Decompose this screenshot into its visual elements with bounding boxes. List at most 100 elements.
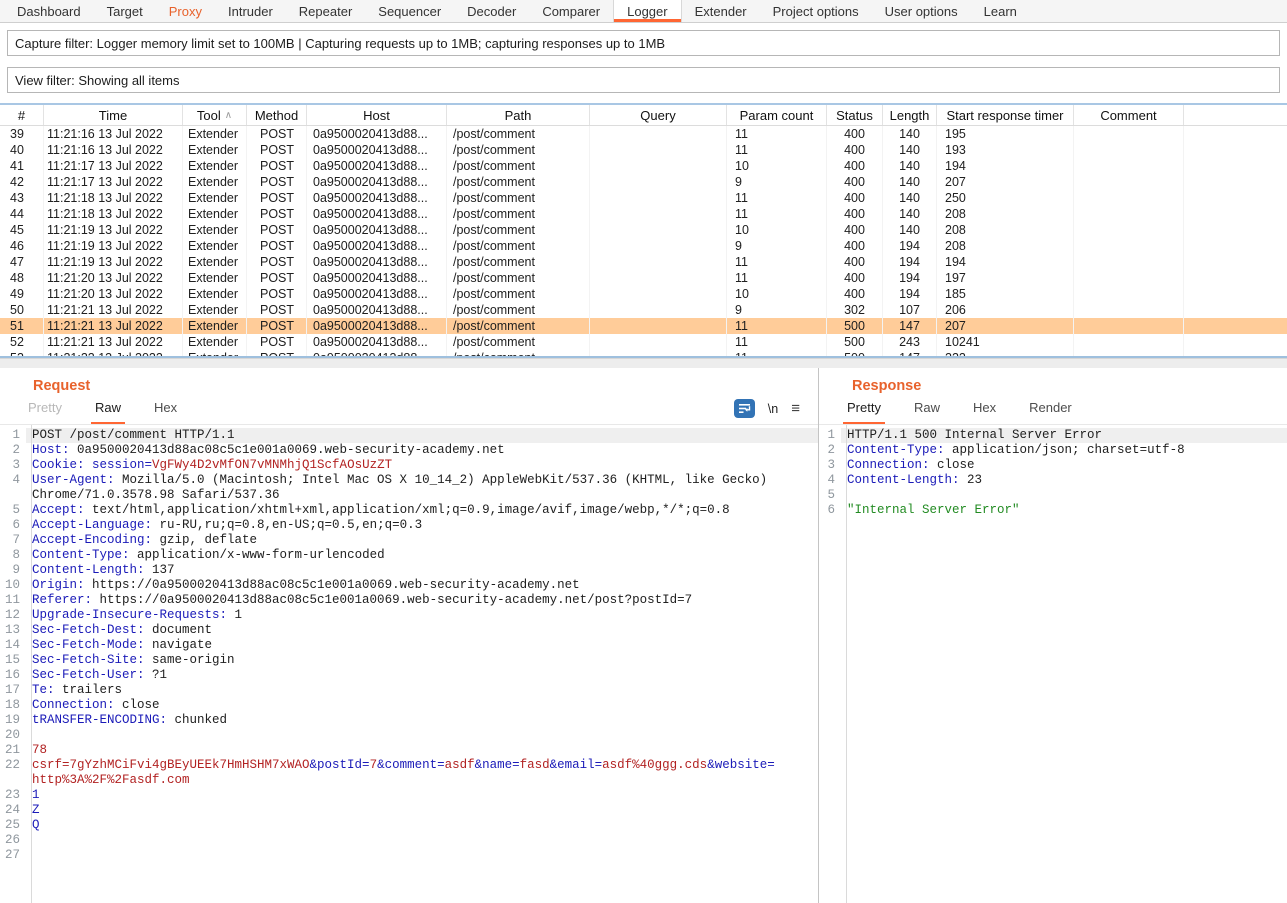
menu-tab-extender[interactable]: Extender <box>682 0 760 22</box>
table-row[interactable]: 5311:21:22 13 Jul 2022ExtenderPOST0a9500… <box>0 350 1287 356</box>
cell-param_count: 11 <box>727 254 827 270</box>
line-content: Origin: https://0a9500020413d88ac08c5c1e… <box>26 578 818 593</box>
response-tab-render[interactable]: Render <box>1027 400 1074 424</box>
menu-tab-target[interactable]: Target <box>94 0 156 22</box>
table-row[interactable]: 4311:21:18 13 Jul 2022ExtenderPOST0a9500… <box>0 190 1287 206</box>
line-content: Sec-Fetch-Dest: document <box>26 623 818 638</box>
column-header-label: Host <box>363 108 390 123</box>
cell-method: POST <box>247 318 307 334</box>
line-content: Sec-Fetch-Mode: navigate <box>26 638 818 653</box>
column-header-status[interactable]: Status <box>827 105 883 125</box>
line-content: Sec-Fetch-Site: same-origin <box>26 653 818 668</box>
column-header-label: Method <box>255 108 298 123</box>
cell-id: 44 <box>0 206 44 222</box>
menu-tab-repeater[interactable]: Repeater <box>286 0 365 22</box>
table-row[interactable]: 4711:21:19 13 Jul 2022ExtenderPOST0a9500… <box>0 254 1287 270</box>
column-header-query[interactable]: Query <box>590 105 727 125</box>
line-content: Accept: text/html,application/xhtml+xml,… <box>26 503 818 518</box>
newline-toggle-icon[interactable]: \n <box>768 402 778 416</box>
editor-line: 19tRANSFER-ENCODING: chunked <box>0 713 818 728</box>
menu-tab-comparer[interactable]: Comparer <box>529 0 613 22</box>
cell-query <box>590 126 727 142</box>
cell-comment <box>1074 174 1184 190</box>
column-header-length[interactable]: Length <box>883 105 937 125</box>
column-header-label: Param count <box>740 108 814 123</box>
editor-line: 6Accept-Language: ru-RU,ru;q=0.8,en-US;q… <box>0 518 818 533</box>
cell-param_count: 11 <box>727 206 827 222</box>
horizontal-splitter[interactable] <box>0 358 1287 368</box>
line-content: Sec-Fetch-User: ?1 <box>26 668 818 683</box>
column-header-timer[interactable]: Start response timer <box>937 105 1074 125</box>
cell-path: /post/comment <box>447 318 590 334</box>
column-header-method[interactable]: Method <box>247 105 307 125</box>
line-number: 23 <box>0 788 26 803</box>
request-raw-editor[interactable]: 1POST /post/comment HTTP/1.12Host: 0a950… <box>0 425 818 903</box>
menu-tab-proxy[interactable]: Proxy <box>156 0 215 22</box>
request-tab-pretty[interactable]: Pretty <box>26 400 64 424</box>
menu-tab-dashboard[interactable]: Dashboard <box>4 0 94 22</box>
cell-host: 0a9500020413d88... <box>307 206 447 222</box>
response-pretty-editor[interactable]: 1HTTP/1.1 500 Internal Server Error2Cont… <box>819 425 1287 903</box>
response-tab-pretty[interactable]: Pretty <box>845 400 883 424</box>
column-header-path[interactable]: Path <box>447 105 590 125</box>
table-row[interactable]: 4211:21:17 13 Jul 2022ExtenderPOST0a9500… <box>0 174 1287 190</box>
column-header-comment[interactable]: Comment <box>1074 105 1184 125</box>
column-header-param_count[interactable]: Param count <box>727 105 827 125</box>
request-tab-hex[interactable]: Hex <box>152 400 179 424</box>
response-tab-raw[interactable]: Raw <box>912 400 942 424</box>
cell-tool: Extender <box>183 126 247 142</box>
table-row[interactable]: 4111:21:17 13 Jul 2022ExtenderPOST0a9500… <box>0 158 1287 174</box>
cell-length: 147 <box>883 318 937 334</box>
table-row[interactable]: 3911:21:16 13 Jul 2022ExtenderPOST0a9500… <box>0 126 1287 142</box>
table-row[interactable]: 4011:21:16 13 Jul 2022ExtenderPOST0a9500… <box>0 142 1287 158</box>
cell-method: POST <box>247 206 307 222</box>
editor-line: 20 <box>0 728 818 743</box>
line-content <box>26 728 818 743</box>
cell-timer: 194 <box>937 254 1074 270</box>
menu-tab-intruder[interactable]: Intruder <box>215 0 286 22</box>
column-header-label: Start response timer <box>946 108 1063 123</box>
line-content: Content-Type: application/json; charset=… <box>841 443 1287 458</box>
editor-line: 1POST /post/comment HTTP/1.1 <box>0 428 818 443</box>
menu-tab-decoder[interactable]: Decoder <box>454 0 529 22</box>
view-filter-bar[interactable]: View filter: Showing all items <box>7 67 1280 93</box>
menu-tab-project-options[interactable]: Project options <box>760 0 872 22</box>
table-row[interactable]: 4611:21:19 13 Jul 2022ExtenderPOST0a9500… <box>0 238 1287 254</box>
cell-length: 243 <box>883 334 937 350</box>
table-row[interactable]: 4411:21:18 13 Jul 2022ExtenderPOST0a9500… <box>0 206 1287 222</box>
menu-tab-sequencer[interactable]: Sequencer <box>365 0 454 22</box>
line-content: Accept-Language: ru-RU,ru;q=0.8,en-US;q=… <box>26 518 818 533</box>
table-row[interactable]: 4911:21:20 13 Jul 2022ExtenderPOST0a9500… <box>0 286 1287 302</box>
cell-length: 107 <box>883 302 937 318</box>
line-content: "Internal Server Error" <box>841 503 1287 518</box>
table-row[interactable]: 5211:21:21 13 Jul 2022ExtenderPOST0a9500… <box>0 334 1287 350</box>
cell-param_count: 11 <box>727 350 827 356</box>
cell-length: 194 <box>883 254 937 270</box>
editor-menu-icon[interactable]: ≡ <box>791 401 800 416</box>
editor-line: 25Q <box>0 818 818 833</box>
menu-tab-user-options[interactable]: User options <box>872 0 971 22</box>
response-tab-hex[interactable]: Hex <box>971 400 998 424</box>
menu-tab-logger[interactable]: Logger <box>613 0 681 22</box>
table-row[interactable]: 4511:21:19 13 Jul 2022ExtenderPOST0a9500… <box>0 222 1287 238</box>
capture-filter-bar[interactable]: Capture filter: Logger memory limit set … <box>7 30 1280 56</box>
menu-tab-learn[interactable]: Learn <box>971 0 1030 22</box>
cell-id: 41 <box>0 158 44 174</box>
format-code-icon[interactable] <box>734 399 755 418</box>
line-number: 2 <box>0 443 26 458</box>
line-number: 1 <box>0 428 26 443</box>
column-header-time[interactable]: Time <box>44 105 183 125</box>
column-header-id[interactable]: # <box>0 105 44 125</box>
column-header-tool[interactable]: Tool∧ <box>183 105 247 125</box>
cell-path: /post/comment <box>447 142 590 158</box>
request-tab-raw[interactable]: Raw <box>93 400 123 424</box>
line-number: 16 <box>0 668 26 683</box>
line-content: HTTP/1.1 500 Internal Server Error <box>841 428 1287 443</box>
table-row[interactable]: 5111:21:21 13 Jul 2022ExtenderPOST0a9500… <box>0 318 1287 334</box>
column-header-host[interactable]: Host <box>307 105 447 125</box>
table-row[interactable]: 4811:21:20 13 Jul 2022ExtenderPOST0a9500… <box>0 270 1287 286</box>
table-row[interactable]: 5011:21:21 13 Jul 2022ExtenderPOST0a9500… <box>0 302 1287 318</box>
cell-tool: Extender <box>183 206 247 222</box>
request-panel-title: Request <box>33 378 818 396</box>
cell-timer: 10241 <box>937 334 1074 350</box>
